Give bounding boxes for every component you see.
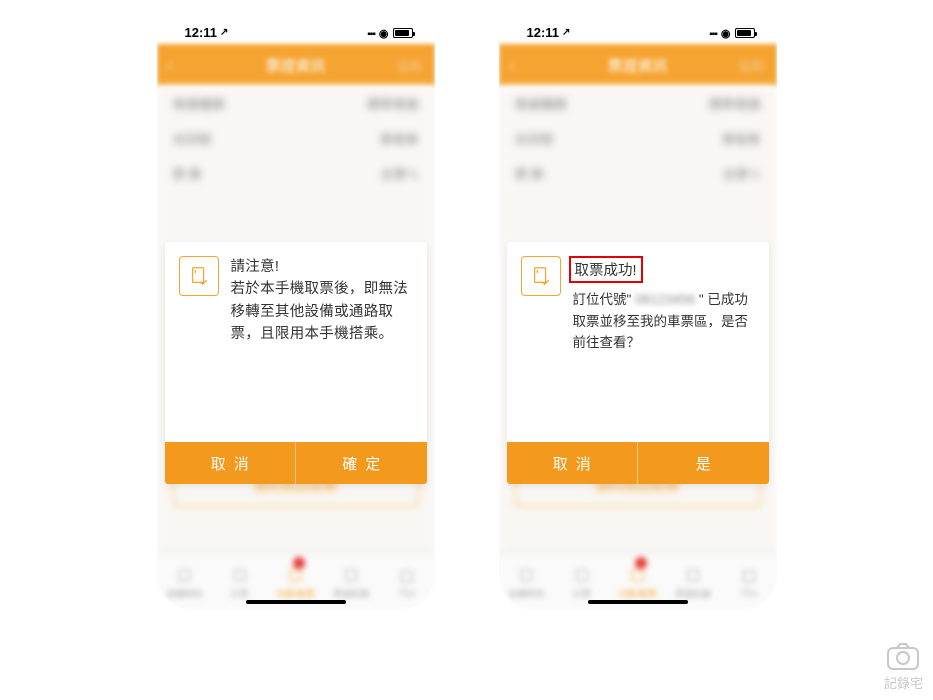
ticket-icon — [521, 256, 561, 296]
battery-icon — [393, 28, 413, 38]
header-title: 票證資訊 — [265, 55, 325, 76]
app-header: ‹ 票證資訊 協助 — [499, 44, 777, 86]
watermark: 記錄宅 — [884, 641, 923, 692]
tab-schedule[interactable]: ◻高鐵時刻 — [157, 553, 213, 610]
header-title: 票證資訊 — [607, 55, 667, 76]
camera-icon — [886, 641, 920, 671]
badge-icon — [293, 557, 305, 569]
dialog-message: 訂位代號" 08123456 " 已成功取票並移至我的車票區，是否前往查看？ — [573, 289, 753, 354]
location-icon: ↗ — [562, 27, 570, 38]
tab-tgo[interactable]: ◻TGo — [379, 553, 435, 610]
tab-tgo[interactable]: ◻TGo — [721, 553, 777, 610]
header-action[interactable]: 協助 — [396, 56, 422, 75]
badge-icon — [635, 557, 647, 569]
yes-button[interactable]: 是 — [637, 442, 769, 484]
home-indicator[interactable] — [588, 600, 688, 604]
app-header: ‹ 票證資訊 協助 — [157, 44, 435, 86]
dialog-title-highlighted: 取票成功! — [569, 256, 643, 283]
cancel-button[interactable]: 取消 — [165, 442, 296, 484]
success-dialog: 取票成功! 訂位代號" 08123456 " 已成功取票並移至我的車票區，是否前… — [507, 242, 769, 484]
dialog-message: 請注意! 若於本手機取票後，即無法移轉至其他設備或通路取票，且限用本手機搭乘。 — [231, 256, 411, 346]
phone-screenshot-2: 12:11 ↗ ‹ 票證資訊 協助 車廂種類標準車廂 去回程單程車 票 數全票*… — [499, 10, 777, 610]
status-bar: 12:11 ↗ — [499, 10, 777, 44]
confirm-dialog: 請注意! 若於本手機取票後，即無法移轉至其他設備或通路取票，且限用本手機搭乘。 … — [165, 242, 427, 484]
cancel-button[interactable]: 取消 — [507, 442, 638, 484]
signal-icon — [709, 25, 717, 40]
status-time: 12:11 — [527, 25, 560, 40]
wifi-icon — [721, 25, 731, 40]
ticket-icon — [179, 256, 219, 296]
status-time: 12:11 — [185, 25, 218, 40]
back-icon[interactable]: ‹ — [509, 52, 516, 78]
home-indicator[interactable] — [246, 600, 346, 604]
battery-icon — [735, 28, 755, 38]
tab-schedule[interactable]: ◻高鐵時刻 — [499, 553, 555, 610]
back-icon[interactable]: ‹ — [167, 52, 174, 78]
status-bar: 12:11 ↗ — [157, 10, 435, 44]
booking-id-blurred: 08123456 — [635, 292, 695, 307]
header-action[interactable]: 協助 — [738, 56, 764, 75]
location-icon: ↗ — [220, 27, 228, 38]
confirm-button[interactable]: 確定 — [295, 442, 427, 484]
wifi-icon — [379, 25, 389, 40]
signal-icon — [367, 25, 375, 40]
phone-screenshot-1: 12:11 ↗ ‹ 票證資訊 協助 車廂種類標準車廂 去回程單程車 票 數全票*… — [157, 10, 435, 610]
